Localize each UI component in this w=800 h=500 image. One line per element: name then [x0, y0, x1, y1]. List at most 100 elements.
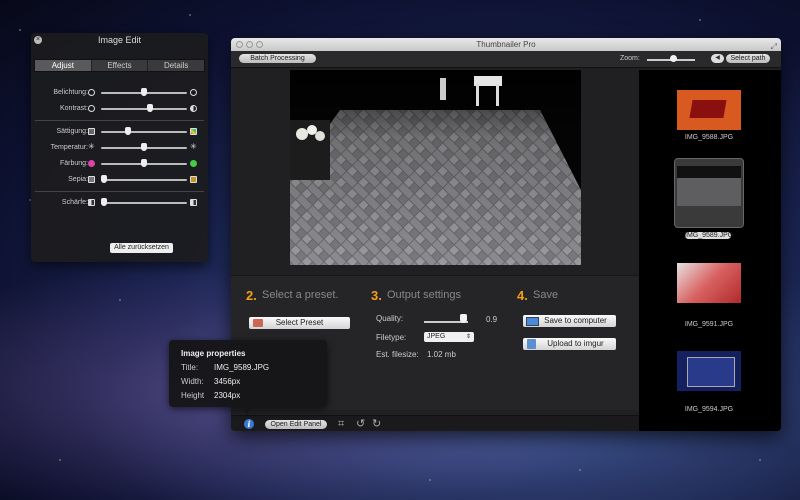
thumbnail-name: IMG_9591.JPG [684, 321, 734, 328]
zoom-slider-knob[interactable] [669, 55, 677, 62]
quality-slider-knob[interactable] [460, 314, 467, 323]
sun-small-icon [88, 89, 95, 96]
image-edit-titlebar: × Image Edit [31, 33, 208, 47]
computer-icon [526, 317, 539, 326]
slider-knob[interactable] [141, 143, 147, 151]
tab-adjust[interactable]: Adjust [35, 60, 92, 71]
slider-track[interactable] [101, 108, 187, 110]
slider-row-schaerfe: Schärfe: [31, 197, 208, 209]
step-3-number: 3. [371, 288, 382, 303]
chevron-updown-icon: ⇕ [465, 334, 471, 340]
thumbnail-name: IMG_9588.JPG [684, 134, 734, 141]
slider-knob[interactable] [147, 104, 154, 112]
filetype-label: Filetype: [376, 333, 407, 342]
filesize-label: Est. filesize: [376, 350, 419, 359]
slider-track[interactable] [101, 202, 187, 204]
slider-row-sepia: Sepia: [31, 174, 208, 186]
slider-knob[interactable] [101, 198, 107, 206]
slider-knob[interactable] [141, 159, 147, 167]
quality-label: Quality: [376, 314, 404, 323]
property-value: IMG_9589.JPG [214, 363, 270, 372]
reset-all-button[interactable]: Alle zurücksetzen [110, 243, 173, 253]
slider-knob[interactable] [141, 88, 147, 96]
step-3-title: Output settings [387, 289, 461, 301]
quality-value: 0.9 [486, 315, 498, 324]
slider-track[interactable] [101, 179, 187, 181]
upload-icon [527, 339, 536, 349]
preset-icon [253, 319, 263, 327]
slider-label: Färbung: [59, 160, 88, 167]
sepia-high-icon [190, 176, 197, 183]
close-window-icon[interactable] [236, 41, 243, 48]
batch-processing-button[interactable]: Batch Processing [239, 54, 316, 63]
property-value: 3456px [214, 377, 241, 386]
rotate-left-icon[interactable]: ↺ [356, 418, 365, 430]
tint-magenta-icon [88, 160, 95, 167]
rotate-right-icon[interactable]: ↻ [372, 418, 381, 430]
step-4-number: 4. [517, 288, 528, 303]
close-icon[interactable]: × [34, 36, 42, 44]
saturation-high-icon [190, 128, 197, 135]
image-preview[interactable] [290, 70, 581, 265]
slider-row-temperatur: Temperatur: ✳ ✳ [31, 142, 208, 154]
divider [35, 191, 204, 192]
tab-details[interactable]: Details [148, 60, 204, 71]
crop-icon[interactable]: ⌗ [338, 418, 344, 430]
thumbnail-image[interactable] [677, 166, 741, 206]
slider-track[interactable] [101, 131, 187, 133]
step-4-title: Save [533, 289, 559, 301]
zoom-window-icon[interactable] [256, 41, 263, 48]
tab-effects[interactable]: Effects [92, 60, 149, 71]
select-path-button[interactable]: Select path [726, 54, 770, 63]
saturation-low-icon [88, 128, 95, 135]
slider-row-faerbung: Färbung: [31, 158, 208, 170]
filesize-value: 1.02 mb [427, 350, 456, 359]
sharpness-high-icon [190, 199, 197, 206]
image-edit-tabs: Adjust Effects Details [34, 59, 205, 72]
slider-label: Belichtung: [53, 89, 88, 96]
save-to-computer-label: Save to computer [544, 316, 607, 325]
slider-row-belichtung: Belichtung: [31, 87, 208, 99]
slider-row-kontrast: Kontrast: [31, 103, 208, 115]
thumbnail-name: IMG_9589.JPG [685, 232, 734, 239]
property-value: 2304px [214, 391, 241, 400]
contrast-low-icon [88, 105, 95, 112]
select-preset-button[interactable]: Select Preset [249, 317, 350, 329]
step-2-title: Select a preset. [262, 289, 339, 301]
open-edit-panel-button[interactable]: Open Edit Panel [265, 420, 327, 429]
window-title: Thumbnailer Pro [476, 40, 536, 49]
select-preset-label: Select Preset [275, 318, 324, 327]
back-arrow-icon[interactable]: ◀ [711, 54, 724, 63]
property-key: Height [181, 391, 205, 400]
upload-to-imgur-button[interactable]: Upload to imgur [523, 338, 616, 350]
filetype-select[interactable]: JPEG ⇕ [424, 332, 474, 342]
thumbnail-list: IMG_9588.JPG IMG_9589.JPG IMG_9591.JPG I… [639, 70, 781, 431]
thumbnail-image[interactable] [677, 351, 741, 391]
save-to-computer-button[interactable]: Save to computer [523, 315, 616, 327]
slider-label: Sepia: [68, 176, 88, 183]
slider-knob[interactable] [125, 127, 131, 135]
property-key: Title: [181, 363, 199, 372]
slider-label: Temperatur: [50, 144, 88, 151]
minimize-window-icon[interactable] [246, 41, 253, 48]
slider-label: Sättigung: [56, 128, 88, 135]
preview-photo [290, 70, 581, 265]
warm-icon: ✳ [190, 142, 197, 151]
thumbnail-image[interactable] [677, 90, 741, 130]
window-titlebar: Thumbnailer Pro ⤢ [231, 38, 781, 51]
slider-row-saettigung: Sättigung: [31, 126, 208, 138]
filetype-value: JPEG [427, 333, 446, 340]
sepia-low-icon [88, 176, 95, 183]
image-edit-panel: × Image Edit Adjust Effects Details Beli… [31, 33, 208, 262]
tint-green-icon [190, 160, 197, 167]
info-icon[interactable]: i [244, 419, 254, 429]
slider-label: Kontrast: [59, 105, 88, 112]
thumbnail-image[interactable] [677, 263, 741, 303]
property-key: Width: [181, 377, 204, 386]
divider [35, 120, 204, 121]
contrast-high-icon [190, 105, 197, 112]
step-2-number: 2. [246, 288, 257, 303]
slider-knob[interactable] [101, 175, 107, 183]
window-toolbar: Batch Processing Zoom: ◀ Select path [231, 51, 781, 68]
cold-icon: ✳ [88, 142, 95, 151]
